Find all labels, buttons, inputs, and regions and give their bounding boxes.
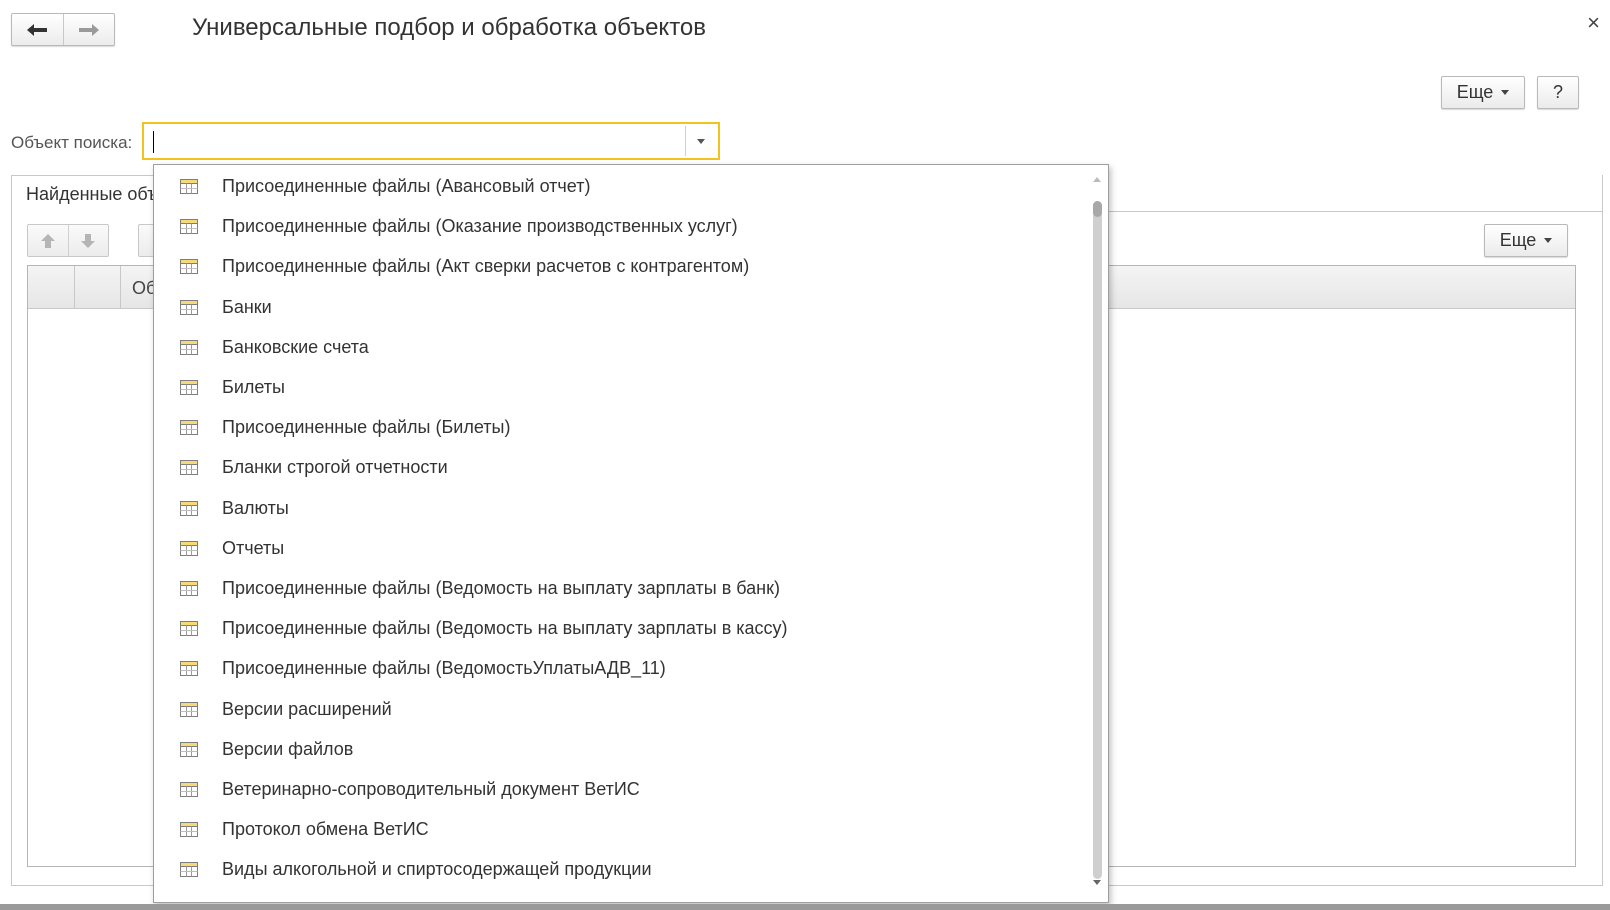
arrow-down-icon xyxy=(81,233,96,248)
dropdown-item-label: Версии файлов xyxy=(222,739,354,759)
object-dropdown-list: Присоединенные файлы (Авансовый отчет) Пр… xyxy=(153,164,1109,903)
dropdown-item[interactable]: Присоединенные файлы (Ведомость на выпла… xyxy=(154,569,1084,609)
table-icon xyxy=(180,501,198,516)
dropdown-item-label: Виды алкогольной и спиртосодержащей прод… xyxy=(222,859,652,879)
dropdown-button[interactable] xyxy=(685,126,716,156)
table-icon xyxy=(180,782,198,797)
text-cursor xyxy=(153,131,154,153)
scroll-up-icon[interactable] xyxy=(1093,177,1101,182)
scrollbar[interactable] xyxy=(1090,167,1106,897)
table-icon xyxy=(180,822,198,837)
grid-more-button[interactable]: Еще xyxy=(1484,224,1568,257)
dropdown-item[interactable]: Версии файлов xyxy=(154,730,1084,770)
dropdown-item[interactable]: Присоединенные файлы (ВедомостьУплатыАДВ… xyxy=(154,649,1084,689)
table-icon xyxy=(180,340,198,355)
dropdown-item-label: Присоединенные файлы (Авансовый отчет) xyxy=(222,176,591,196)
dropdown-item-label: Валюты xyxy=(222,498,289,518)
scroll-track[interactable] xyxy=(1093,201,1102,879)
dropdown-item[interactable]: Банки xyxy=(154,288,1084,328)
chevron-down-icon xyxy=(1544,238,1553,243)
dropdown-item[interactable]: Присоединенные файлы (Оказание производс… xyxy=(154,207,1084,247)
chevron-down-icon xyxy=(1501,90,1510,95)
dropdown-item-label: Присоединенные файлы (ВедомостьУплатыАДВ… xyxy=(222,658,666,678)
search-label: Объект поиска: xyxy=(11,133,133,152)
bottom-border xyxy=(0,904,1610,910)
more-button[interactable]: Еще xyxy=(1441,76,1525,109)
dropdown-item-label: Протокол обмена ВетИС xyxy=(222,819,429,839)
table-icon xyxy=(180,259,198,274)
table-icon xyxy=(180,581,198,596)
table-header-cell xyxy=(74,266,121,308)
move-buttons xyxy=(27,224,109,257)
dropdown-item-label: Присоединенные файлы (Ведомость на выпла… xyxy=(222,618,788,638)
dropdown-item[interactable]: Присоединенные файлы (Акт сверки расчето… xyxy=(154,247,1084,287)
dropdown-item[interactable]: Билеты xyxy=(154,368,1084,408)
forward-button[interactable] xyxy=(62,14,115,45)
dropdown-item-label: Присоединенные файлы (Билеты) xyxy=(222,417,511,437)
help-button-label: ? xyxy=(1552,82,1563,102)
dropdown-item[interactable]: Протокол обмена ВетИС xyxy=(154,810,1084,850)
move-up-button[interactable] xyxy=(28,225,68,256)
dropdown-item-label: Банки xyxy=(222,297,272,317)
back-button[interactable] xyxy=(12,14,63,45)
search-input[interactable] xyxy=(147,127,681,157)
table-icon xyxy=(180,300,198,315)
close-icon[interactable]: × xyxy=(1587,12,1600,34)
help-button[interactable]: ? xyxy=(1537,76,1579,109)
dropdown-item[interactable]: Банковские счета xyxy=(154,328,1084,368)
table-icon xyxy=(180,380,198,395)
dropdown-item-label: Присоединенные файлы (Акт сверки расчето… xyxy=(222,256,750,276)
scroll-thumb[interactable] xyxy=(1093,201,1102,217)
table-header-cell xyxy=(28,266,75,308)
search-object-field[interactable] xyxy=(142,122,720,160)
table-icon xyxy=(180,541,198,556)
dropdown-item[interactable]: Валюты xyxy=(154,489,1084,529)
table-icon xyxy=(180,862,198,877)
scroll-down-icon[interactable] xyxy=(1093,880,1101,885)
table-icon xyxy=(180,621,198,636)
dropdown-item-label: Билеты xyxy=(222,377,285,397)
navigation-buttons xyxy=(11,13,115,46)
dropdown-item-label: Присоединенные файлы (Оказание производс… xyxy=(222,216,738,236)
dropdown-item[interactable]: Виды алкогольной и спиртосодержащей прод… xyxy=(154,850,1084,890)
arrow-up-icon xyxy=(40,233,55,248)
dropdown-item[interactable]: Бланки строгой отчетности xyxy=(154,448,1084,488)
more-button-label: Еще xyxy=(1456,82,1494,102)
table-icon xyxy=(180,420,198,435)
dropdown-item[interactable]: Присоединенные файлы (Билеты) xyxy=(154,408,1084,448)
table-icon xyxy=(180,702,198,717)
chevron-down-icon xyxy=(697,138,705,144)
dropdown-item-label: Банковские счета xyxy=(222,337,369,357)
tab-found-objects[interactable]: Найденные объекты xyxy=(11,175,171,212)
dropdown-item-label: Бланки строгой отчетности xyxy=(222,457,448,477)
dropdown-item-label: Версии расширений xyxy=(222,699,392,719)
dropdown-item-label: Присоединенные файлы (Ведомость на выпла… xyxy=(222,578,780,598)
table-icon xyxy=(180,742,198,757)
table-icon xyxy=(180,219,198,234)
dropdown-item[interactable]: Присоединенные файлы (Авансовый отчет) xyxy=(154,167,1084,207)
grid-more-button-label: Еще xyxy=(1499,230,1537,250)
arrow-left-icon xyxy=(27,23,48,36)
dropdown-item-label: Отчеты xyxy=(222,538,285,558)
dropdown-item[interactable]: Ветеринарно-сопроводительный документ Ве… xyxy=(154,770,1084,810)
dropdown-item[interactable]: Присоединенные файлы (Ведомость на выпла… xyxy=(154,609,1084,649)
dropdown-item-label: Ветеринарно-сопроводительный документ Ве… xyxy=(222,779,640,799)
move-down-button[interactable] xyxy=(67,225,109,256)
page-title: Универсальные подбор и обработка объекто… xyxy=(192,14,707,41)
arrow-right-icon xyxy=(78,23,99,36)
dropdown-item[interactable]: Отчеты xyxy=(154,529,1084,569)
table-icon xyxy=(180,661,198,676)
table-icon xyxy=(180,460,198,475)
dropdown-item[interactable]: Версии расширений xyxy=(154,690,1084,730)
table-icon xyxy=(180,179,198,194)
